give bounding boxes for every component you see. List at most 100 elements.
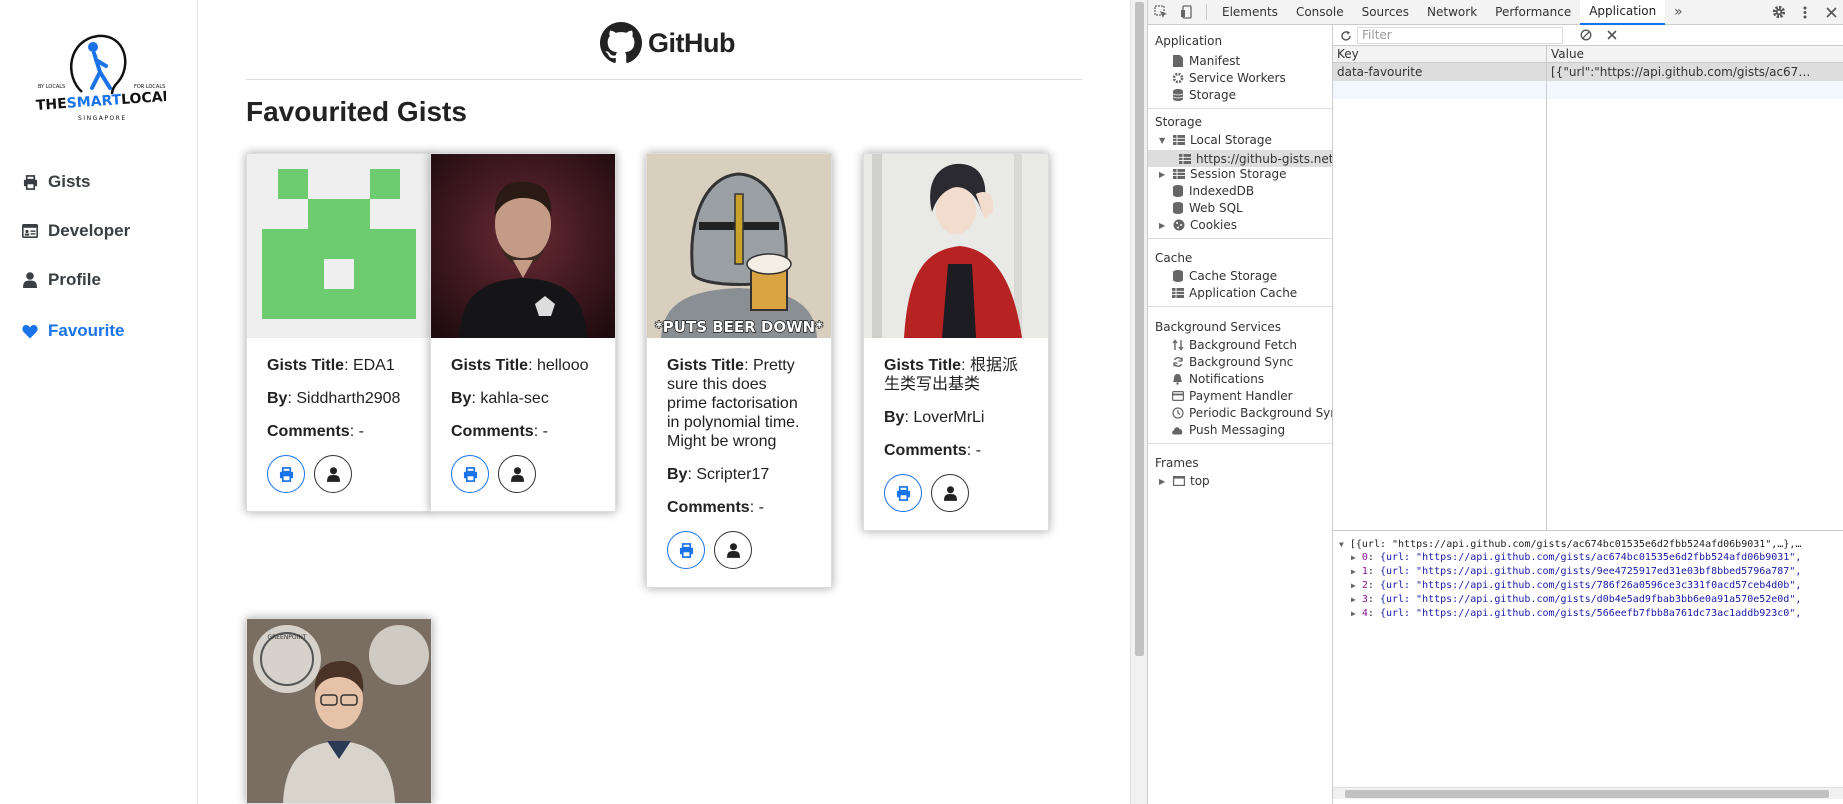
view-gist-button[interactable] (884, 474, 922, 512)
table-grid-icon (1179, 152, 1191, 165)
scrollbar-thumb[interactable] (1345, 790, 1829, 798)
tab-sources[interactable]: Sources (1353, 0, 1418, 25)
collapsed-arrow-icon: ▶ (1351, 609, 1356, 618)
sidebar-item-local-storage-origin[interactable]: https://github-gists.net (1148, 150, 1332, 167)
tab-console[interactable]: Console (1287, 0, 1353, 25)
sidebar-item-notifications[interactable]: Notifications (1171, 372, 1264, 386)
bell-icon (1171, 373, 1184, 386)
tab-network[interactable]: Network (1418, 0, 1486, 25)
more-options-icon[interactable] (1792, 0, 1818, 25)
preview-item[interactable]: ▶ 4: {url: "https://api.github.com/gists… (1351, 607, 1801, 621)
document-icon (1171, 55, 1184, 68)
tab-application[interactable]: Application (1580, 0, 1666, 25)
view-profile-button[interactable] (498, 455, 536, 493)
page-title: Favourited Gists (246, 96, 467, 127)
gist-author: By: LoverMrLi (884, 409, 985, 426)
table-cell-key[interactable]: data-favourite (1333, 63, 1546, 81)
table-grid-icon (1171, 287, 1184, 300)
view-gist-button[interactable] (667, 531, 705, 569)
logo-brand: THESMARTLOCAL (35, 89, 166, 114)
device-toolbar-icon[interactable] (1174, 0, 1200, 25)
column-header-value[interactable]: Value (1547, 46, 1843, 63)
page-scrollbar-thumb[interactable] (1135, 2, 1144, 656)
sidebar-item-profile[interactable]: Profile (22, 266, 101, 294)
settings-gear-icon[interactable] (1766, 0, 1792, 25)
collapsed-arrow-icon[interactable]: ▶ (1159, 477, 1167, 486)
sidebar-item-session-storage[interactable]: ▶ Session Storage (1159, 167, 1287, 181)
thesmartlocal-logo[interactable]: BY LOCALS FOR LOCALS THESMARTLOCAL SINGA… (34, 26, 166, 130)
preview-item[interactable]: ▶ 0: {url: "https://api.github.com/gists… (1351, 551, 1801, 565)
sidebar-item-push-messaging[interactable]: Push Messaging (1171, 423, 1285, 437)
user-icon (510, 466, 524, 482)
more-tabs-icon[interactable]: » (1665, 0, 1691, 25)
sidebar-divider (1148, 306, 1332, 307)
inspect-element-icon[interactable] (1148, 0, 1174, 25)
devtools-panel: Elements Console Sources Network Perform… (1147, 0, 1843, 804)
delete-selected-icon[interactable] (1599, 23, 1625, 48)
sidebar-item-indexeddb[interactable]: IndexedDB (1171, 184, 1254, 198)
preview-item[interactable]: ▶ 3: {url: "https://api.github.com/gists… (1351, 593, 1801, 607)
storage-table: Key Value data-favourite [{"url":"https:… (1333, 46, 1843, 531)
sidebar-item-gists[interactable]: Gists (22, 168, 91, 196)
sidebar-item-cache-storage[interactable]: Cache Storage (1171, 269, 1277, 283)
sidebar-item-web-sql[interactable]: Web SQL (1171, 201, 1243, 215)
printer-icon (279, 466, 293, 482)
printer-icon (679, 542, 693, 558)
tab-elements[interactable]: Elements (1213, 0, 1287, 25)
page-scrollbar[interactable] (1130, 0, 1147, 804)
collapsed-arrow-icon: ▶ (1351, 567, 1356, 576)
preview-item[interactable]: ▶ 1: {url: "https://api.github.com/gists… (1351, 565, 1801, 579)
column-divider[interactable] (1546, 46, 1547, 531)
sidebar-item-favourite[interactable]: Favourite (22, 317, 125, 345)
gist-comments: Comments: - (451, 423, 548, 440)
printer-icon (896, 485, 910, 501)
preview-root[interactable]: ▼ [{url: "https://api.github.com/gists/a… (1339, 538, 1801, 552)
view-profile-button[interactable] (931, 474, 969, 512)
sidebar-item-storage-overview[interactable]: Storage (1171, 88, 1236, 102)
refresh-icon[interactable] (1333, 23, 1359, 48)
preview-item[interactable]: ▶ 2: {url: "https://api.github.com/gists… (1351, 579, 1801, 593)
sidebar-item-periodic-background-sync[interactable]: Periodic Background Sync (1171, 406, 1332, 420)
collapsed-arrow-icon[interactable]: ▶ (1159, 170, 1167, 179)
view-profile-button[interactable] (714, 531, 752, 569)
column-header-key[interactable]: Key (1333, 46, 1546, 63)
section-application: Application (1155, 34, 1223, 48)
sync-icon (1171, 356, 1184, 369)
frame-window-icon (1172, 475, 1185, 488)
clear-all-icon[interactable] (1573, 23, 1599, 48)
tab-performance[interactable]: Performance (1486, 0, 1580, 25)
table-cell-value[interactable]: [{"url":"https://api.github.com/gists/ac… (1547, 63, 1843, 81)
sidebar-item-background-fetch[interactable]: Background Fetch (1171, 338, 1297, 352)
expanded-arrow-icon[interactable]: ▼ (1339, 540, 1344, 549)
gist-title: Gists Title: EDA1 (267, 357, 395, 374)
database-icon (1171, 185, 1184, 198)
sidebar-item-local-storage[interactable]: ▼ Local Storage (1159, 133, 1272, 147)
view-profile-button[interactable] (314, 455, 352, 493)
credit-card-icon (1171, 390, 1184, 403)
sidebar-item-cookies[interactable]: ▶ Cookies (1159, 218, 1237, 232)
sidebar-item-manifest[interactable]: Manifest (1171, 54, 1240, 68)
user-icon (943, 485, 957, 501)
preview-horizontal-scrollbar[interactable] (1333, 787, 1843, 799)
user-icon (326, 466, 340, 482)
sidebar-divider (1148, 443, 1332, 444)
clock-icon (1171, 407, 1184, 420)
collapsed-arrow-icon[interactable]: ▶ (1159, 221, 1167, 230)
close-devtools-icon[interactable] (1818, 0, 1843, 25)
sidebar-item-payment-handler[interactable]: Payment Handler (1171, 389, 1293, 403)
github-brand[interactable]: GitHub (600, 22, 735, 64)
github-octocat-icon (600, 22, 642, 63)
sidebar-item-background-sync[interactable]: Background Sync (1171, 355, 1293, 369)
logo-top-left: BY LOCALS (38, 84, 65, 90)
sidebar-item-application-cache[interactable]: Application Cache (1171, 286, 1297, 300)
sidebar-item-service-workers[interactable]: Service Workers (1171, 71, 1286, 85)
gist-author: By: Scripter17 (667, 466, 770, 483)
view-gist-button[interactable] (267, 455, 305, 493)
view-gist-button[interactable] (451, 455, 489, 493)
expanded-arrow-icon[interactable]: ▼ (1159, 136, 1167, 145)
sidebar-item-frame-top[interactable]: ▶ top (1159, 474, 1210, 488)
filter-input[interactable] (1357, 26, 1563, 44)
gist-avatar-photo: GREENPOINT (247, 619, 431, 803)
sidebar-item-developer[interactable]: Developer (22, 217, 130, 245)
value-preview: ▼ [{url: "https://api.github.com/gists/a… (1333, 532, 1843, 794)
